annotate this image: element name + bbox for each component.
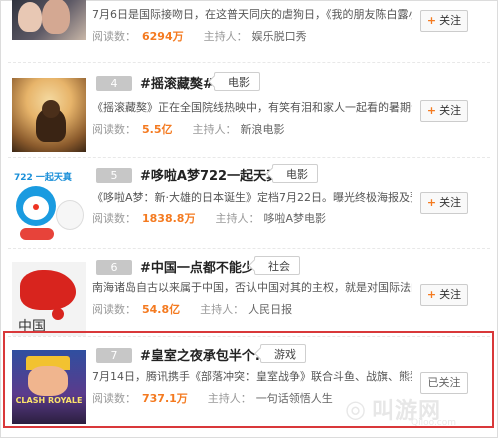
rank-badge: 4 — [96, 76, 132, 91]
category-tag[interactable]: 电影 — [272, 164, 318, 183]
list-item[interactable]: 722 一起天真 5 #哆啦A梦722一起天真# 电影 《哆啦A梦：新·大雄的日… — [0, 164, 500, 248]
category-tag[interactable]: 社会 — [254, 256, 300, 275]
topic-meta: 阅读数： 6294万 主持人： 娱乐脱口秀 — [92, 30, 307, 43]
follow-button[interactable]: + 关注 — [420, 100, 468, 122]
thumbnail-caption: 722 一起天真 — [14, 173, 72, 183]
divider — [8, 157, 490, 158]
topic-description: 南海诸岛自古以来属于中国，否认中国对其的主权，就是对国际法的公然... — [92, 281, 412, 294]
rank-badge: 6 — [96, 260, 132, 275]
topic-description: 《哆啦A梦：新·大雄的日本诞生》定档7月22日。曝光终极海报及预告。哆... — [92, 191, 412, 204]
host-link[interactable]: 哆啦A梦电影 — [263, 212, 326, 225]
controller-icon: ◎ — [345, 395, 366, 423]
list-item[interactable]: 4 #摇滚藏獒# 电影 《摇滚藏獒》正在全国院线热映中，有笑有泪和家人一起看的暑… — [0, 72, 500, 156]
topic-meta: 阅读数： 5.5亿 主持人： 新浪电影 — [92, 123, 285, 136]
divider — [8, 62, 490, 63]
view-count: 6294万 — [142, 30, 184, 43]
host-link[interactable]: 人民日报 — [248, 303, 292, 316]
host-link[interactable]: 新浪电影 — [241, 123, 285, 136]
topic-meta: 阅读数： 1838.8万 主持人： 哆啦A梦电影 — [92, 212, 326, 225]
plus-icon: + — [426, 196, 437, 209]
topic-thumbnail[interactable] — [12, 78, 86, 152]
view-count: 1838.8万 — [142, 212, 196, 225]
category-tag[interactable]: 电影 — [214, 72, 260, 91]
watermark-logo: ◎ 叫游网 Qiloo.com — [345, 388, 495, 430]
host-link[interactable]: 娱乐脱口秀 — [252, 30, 307, 43]
topic-thumbnail[interactable]: 中国 — [12, 262, 86, 336]
topic-meta: 阅读数： 54.8亿 主持人： 人民日报 — [92, 303, 293, 316]
topic-thumbnail[interactable] — [12, 0, 86, 40]
follow-button[interactable]: + 关注 — [420, 192, 468, 214]
plus-icon: + — [426, 288, 437, 301]
map-icon — [20, 270, 76, 310]
view-count: 5.5亿 — [142, 123, 173, 136]
follow-button[interactable]: + 关注 — [420, 284, 468, 306]
topic-title[interactable]: #摇滚藏獒# — [140, 73, 214, 92]
topic-thumbnail[interactable]: 722 一起天真 — [12, 170, 86, 244]
topic-description: 《摇滚藏獒》正在全国院线热映中，有笑有泪和家人一起看的暑期合家欢... — [92, 101, 412, 114]
watermark-sub: Qiloo.com — [411, 418, 457, 428]
follow-button[interactable]: + 关注 — [420, 10, 468, 32]
divider — [8, 248, 490, 249]
list-item[interactable]: 中国 6 #中国一点都不能少# 社会 南海诸岛自古以来属于中国，否认中国对其的主… — [0, 256, 500, 340]
topic-title[interactable]: #中国一点都不能少# — [140, 257, 266, 276]
list-item[interactable]: 7月6日是国际接吻日，在这普天同庆的虐狗日，《我的朋友陈白露小姐》 阅读数： 62… — [0, 0, 500, 78]
view-count: 54.8亿 — [142, 303, 181, 316]
plus-icon: + — [426, 104, 437, 117]
plus-icon: + — [426, 14, 437, 27]
topic-description: 7月6日是国际接吻日，在这普天同庆的虐狗日，《我的朋友陈白露小姐》 — [92, 8, 412, 21]
doraemon-icon — [16, 186, 56, 226]
rank-badge: 5 — [96, 168, 132, 183]
